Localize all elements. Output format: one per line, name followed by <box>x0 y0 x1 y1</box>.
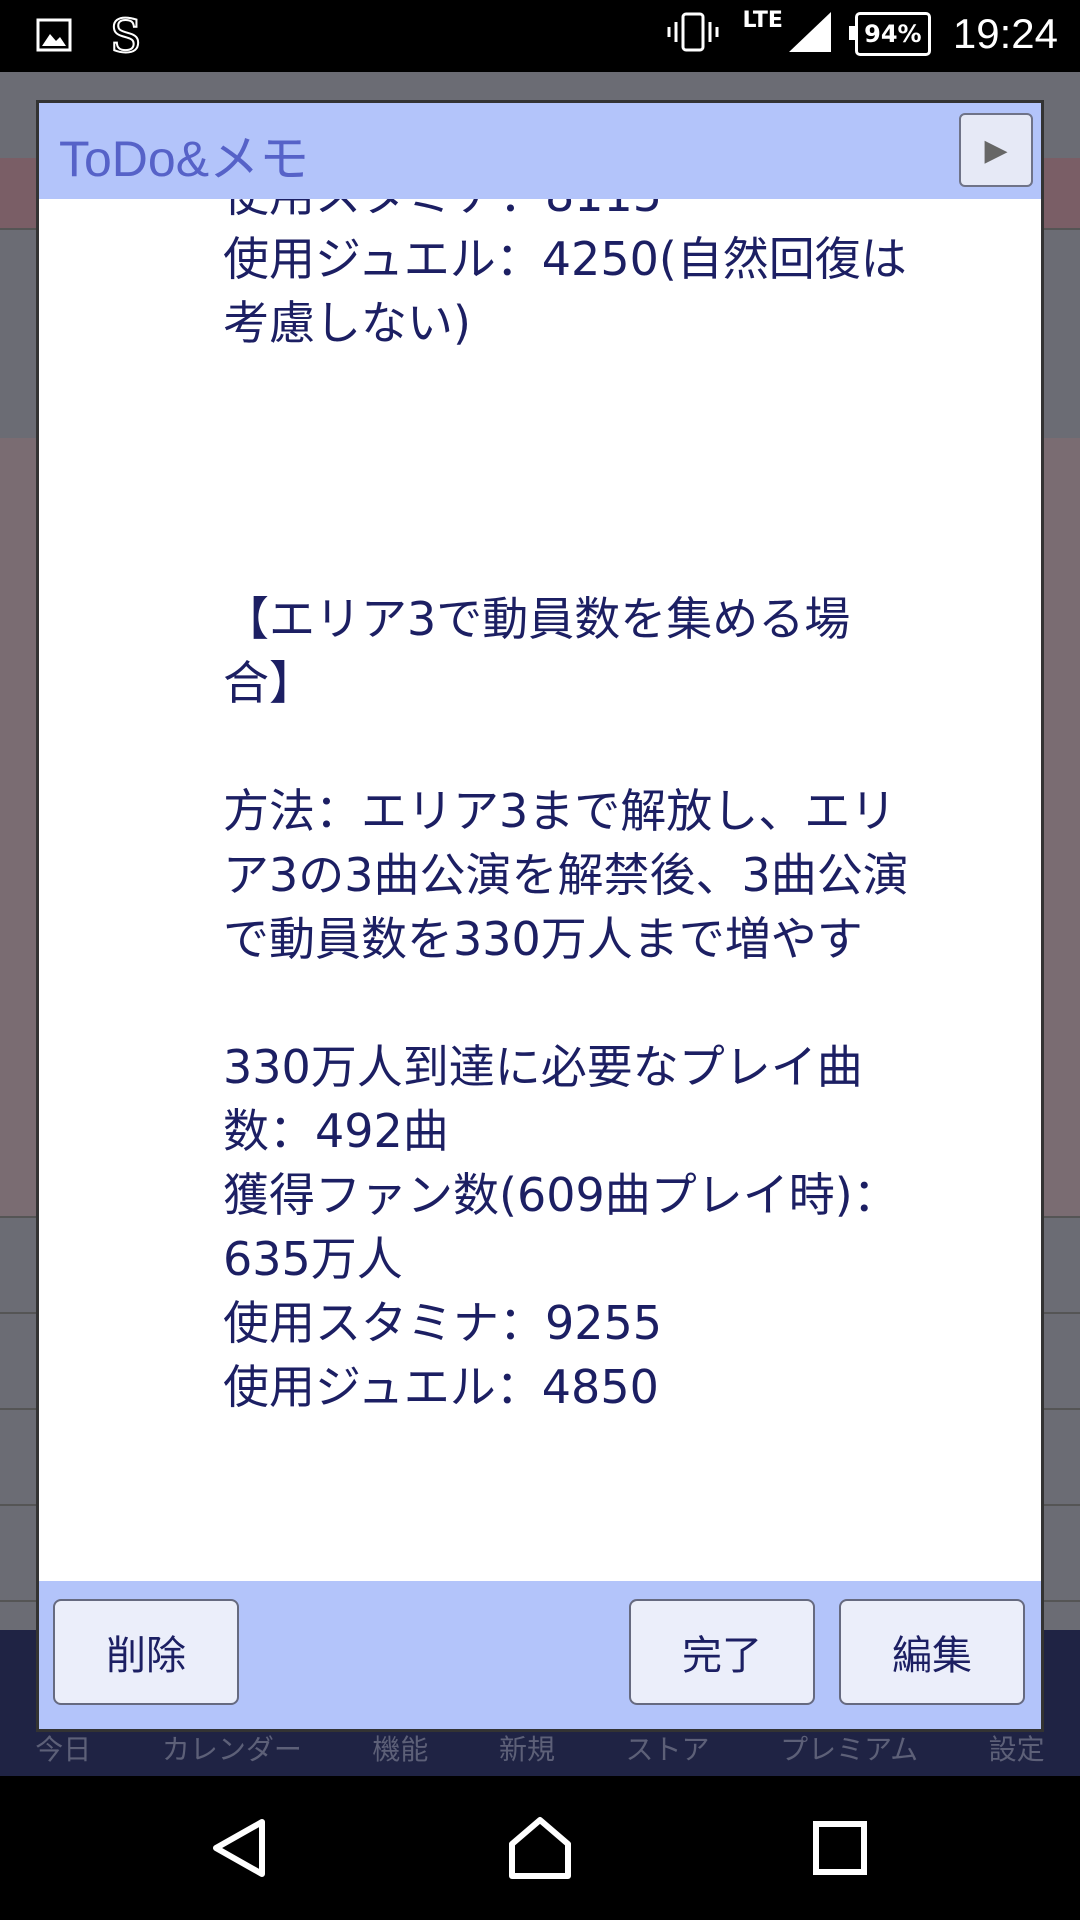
delete-button[interactable]: 削除 <box>53 1599 239 1705</box>
network-type: LTE <box>742 7 783 33</box>
status-bar: S LTE 94% 19:24 <box>0 0 1080 72</box>
memo-line: で動員数を330万人まで増やす <box>223 912 863 966</box>
memo-line: 方法：エリア3まで解放し、エリ <box>223 784 897 838</box>
bg-tab: 設定 <box>988 1733 1045 1766</box>
home-icon <box>509 1817 571 1879</box>
bg-tab: ストア <box>625 1733 710 1766</box>
back-button[interactable] <box>200 1808 280 1888</box>
memo-line: 獲得ファン数(609曲プレイ時)： <box>223 1168 899 1222</box>
todo-memo-dialog: ToDo&メモ ▶ 使用スタミナ：8115 使用ジュエル：4250(自然回復は … <box>36 100 1044 1732</box>
image-icon <box>36 18 72 56</box>
bg-tab: 機能 <box>372 1733 429 1766</box>
dialog-header: ToDo&メモ ▶ <box>39 103 1041 199</box>
back-icon <box>213 1819 265 1877</box>
complete-button[interactable]: 完了 <box>629 1599 815 1705</box>
s-app-icon: S <box>108 8 148 64</box>
memo-line <box>223 355 1023 419</box>
memo-line: 使用ジュエル：4250(自然回復は <box>223 232 907 286</box>
memo-line <box>223 715 1023 779</box>
recents-icon <box>813 1821 867 1875</box>
edit-button[interactable]: 編集 <box>839 1599 1025 1705</box>
memo-line <box>223 483 1023 547</box>
play-button[interactable]: ▶ <box>959 113 1033 187</box>
memo-line: 数：492曲 <box>223 1104 449 1158</box>
memo-heading: 【エリア3で動員数を集める場 <box>223 592 851 646</box>
vibrate-icon <box>666 10 720 58</box>
home-button[interactable] <box>500 1808 580 1888</box>
memo-line: 考慮しない) <box>223 296 471 350</box>
bg-tab: カレンダー <box>161 1733 302 1766</box>
bg-tab: 新規 <box>498 1733 555 1766</box>
recents-button[interactable] <box>800 1808 880 1888</box>
memo-line: 使用スタミナ：8115 <box>223 199 1023 227</box>
memo-heading: 合】 <box>223 656 315 710</box>
battery-indicator: 94% <box>848 12 931 56</box>
memo-line: 使用スタミナ：9255 <box>223 1296 663 1350</box>
svg-text:S: S <box>110 12 142 58</box>
memo-line: 635万人 <box>223 1232 403 1286</box>
memo-line <box>223 419 1023 483</box>
play-icon: ▶ <box>984 132 1008 168</box>
bg-tab: 今日 <box>35 1733 92 1766</box>
dialog-title: ToDo&メモ <box>59 131 310 187</box>
memo-line: 330万人到達に必要なプレイ曲 <box>223 1040 863 1094</box>
memo-line: ア3の3曲公演を解禁後、3曲公演 <box>223 848 909 902</box>
memo-text: 使用スタミナ：8115 使用ジュエル：4250(自然回復は 考慮しない) 【エリ… <box>223 199 1023 1419</box>
memo-line <box>223 971 1023 1035</box>
clock: 19:24 <box>952 10 1058 57</box>
memo-line <box>223 547 1023 587</box>
memo-line: 使用ジュエル：4850 <box>223 1360 659 1414</box>
navigation-bar <box>0 1776 1080 1920</box>
bg-tab: プレミアム <box>780 1733 919 1766</box>
signal-icon <box>787 10 833 58</box>
memo-content[interactable]: 使用スタミナ：8115 使用ジュエル：4250(自然回復は 考慮しない) 【エリ… <box>39 199 1041 1687</box>
dialog-footer: 削除 完了 編集 <box>39 1581 1041 1729</box>
